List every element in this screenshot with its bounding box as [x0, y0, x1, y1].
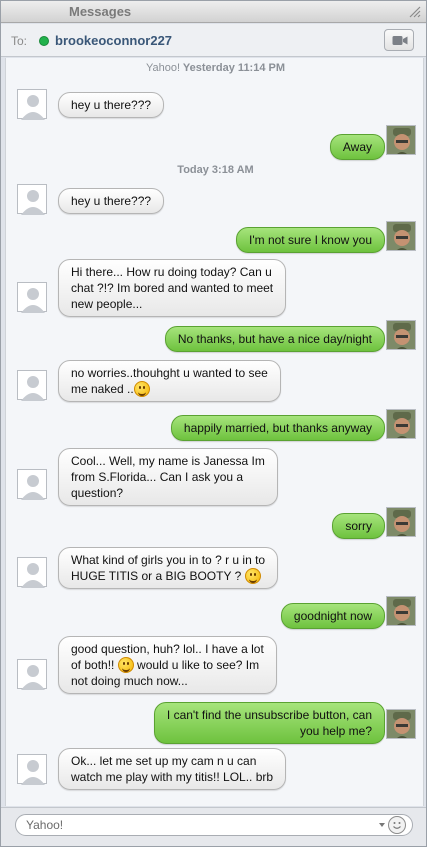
- message-line: Ok... let me set up my cam n u can: [71, 754, 257, 768]
- contact-avatar: [17, 370, 47, 401]
- message-line: happily married, but thanks anyway: [183, 421, 372, 435]
- incoming-message: no worries..thouhght u wanted to see me …: [58, 360, 281, 402]
- timestamp-time: Today 3:18 AM: [177, 164, 254, 176]
- outgoing-message: I can't find the unsubscribe button, can…: [153, 702, 385, 744]
- message-line: I can't find the unsubscribe button, can: [166, 708, 372, 722]
- compose-bar: Yahoo!: [1, 807, 426, 846]
- window-title: Messages: [69, 4, 132, 19]
- recipient-bar: To: brookeoconnor227: [1, 24, 426, 57]
- message-line: hey u there???: [71, 98, 152, 112]
- default-avatar-icon: [21, 95, 45, 120]
- outgoing-message: Away: [329, 134, 385, 160]
- default-avatar-icon: [21, 475, 45, 500]
- to-label: To:: [11, 34, 28, 48]
- contact-avatar: [17, 557, 47, 588]
- message-line: new people...: [71, 297, 143, 311]
- message-line: hey u there???: [71, 194, 152, 208]
- default-avatar-icon: [21, 376, 45, 401]
- my-avatar: [386, 596, 416, 626]
- message-line-with-emoji: me naked ..: [71, 381, 268, 397]
- timestamp-service: Yahoo!: [145, 62, 181, 74]
- default-avatar-icon: [21, 190, 45, 215]
- profile-photo-icon: [387, 508, 415, 536]
- incoming-message: good question, huh? lol.. I have a lot o…: [58, 636, 277, 694]
- incoming-message: Ok... let me set up my cam n u can watch…: [58, 748, 287, 790]
- my-avatar: [386, 709, 416, 739]
- message-line: Away: [342, 140, 372, 154]
- contact-avatar: [17, 469, 47, 500]
- tongue-emoji-icon: [244, 568, 261, 584]
- default-avatar-icon: [21, 288, 45, 313]
- incoming-message: hey u there???: [58, 92, 165, 118]
- message-line: chat ?!? Im bored and wanted to meet: [71, 281, 274, 295]
- my-avatar: [386, 507, 416, 537]
- title-bar[interactable]: Messages: [1, 1, 426, 23]
- outgoing-message: I'm not sure I know you: [235, 227, 385, 253]
- message-line-with-emoji: of both!! would u like to see? Im: [71, 657, 264, 673]
- message-line: What kind of girls you in to ? r u in to: [71, 553, 266, 567]
- message-line: Cool... Well, my name is Janessa Im: [71, 454, 265, 468]
- smiley-icon[interactable]: [388, 816, 406, 834]
- message-line: of both!!: [71, 658, 115, 672]
- message-line: not doing much now...: [71, 674, 188, 688]
- online-status-icon: [39, 36, 49, 46]
- messages-window: Messages To: brookeoconnor227 Yahoo! Yes…: [0, 0, 427, 847]
- profile-photo-icon: [387, 710, 415, 738]
- incoming-message: What kind of girls you in to ? r u in to…: [58, 547, 279, 589]
- chat-transcript[interactable]: Yahoo! Yesterday 11:14 PM hey u there???…: [5, 58, 424, 806]
- my-avatar: [386, 221, 416, 251]
- message-line: question?: [71, 486, 124, 500]
- message-line: HUGE TITIS or a BIG BOOTY ?: [71, 569, 242, 583]
- chevron-down-icon[interactable]: [379, 823, 385, 827]
- message-line: sorry: [345, 519, 372, 533]
- message-line: goodnight now: [293, 609, 372, 623]
- message-line: me naked ..: [71, 382, 134, 396]
- my-avatar: [386, 409, 416, 439]
- my-avatar: [386, 320, 416, 350]
- video-chat-button[interactable]: [384, 29, 414, 51]
- default-avatar-icon: [21, 760, 45, 785]
- video-camera-icon: [392, 36, 408, 45]
- message-line: good question, huh? lol.. I have a lot: [71, 642, 264, 656]
- profile-photo-icon: [387, 597, 415, 625]
- incoming-message: Hi there... How ru doing today? Can u ch…: [58, 259, 287, 317]
- message-line: No thanks, but have a nice day/night: [177, 332, 372, 346]
- message-input-placeholder: Yahoo!: [26, 818, 64, 832]
- timestamp-divider: Yahoo! Yesterday 11:14 PM: [6, 62, 425, 74]
- buddy-name[interactable]: brookeoconnor227: [55, 33, 172, 48]
- incoming-message: Cool... Well, my name is Janessa Im from…: [58, 448, 278, 506]
- message-line-with-emoji: HUGE TITIS or a BIG BOOTY ?: [71, 568, 265, 584]
- message-line: from S.Florida... Can I ask you a: [71, 470, 244, 484]
- contact-avatar: [17, 659, 47, 690]
- message-line: I'm not sure I know you: [248, 233, 372, 247]
- outgoing-message: goodnight now: [280, 603, 385, 629]
- message-line: Hi there... How ru doing today? Can u: [71, 265, 272, 279]
- my-avatar: [386, 125, 416, 155]
- default-avatar-icon: [21, 563, 45, 588]
- default-avatar-icon: [21, 665, 45, 690]
- message-line: you help me?: [299, 724, 372, 738]
- timestamp-time: Yesterday 11:14 PM: [182, 62, 286, 74]
- smiley-face-icon: [393, 822, 401, 829]
- contact-avatar: [17, 184, 47, 215]
- profile-photo-icon: [387, 410, 415, 438]
- smiley-emoji-icon: [117, 657, 134, 673]
- smiley-emoji-icon: [133, 381, 150, 397]
- profile-photo-icon: [387, 222, 415, 250]
- contact-avatar: [17, 89, 47, 120]
- message-line: no worries..thouhght u wanted to see: [71, 366, 268, 380]
- outgoing-message: sorry: [332, 513, 385, 539]
- message-line: watch me play with my titis!! LOL.. brb: [71, 770, 274, 784]
- resize-icon[interactable]: [408, 5, 422, 19]
- message-input[interactable]: Yahoo!: [15, 814, 413, 836]
- contact-avatar: [17, 282, 47, 313]
- outgoing-message: No thanks, but have a nice day/night: [164, 326, 385, 352]
- profile-photo-icon: [387, 126, 415, 154]
- contact-avatar: [17, 754, 47, 785]
- profile-photo-icon: [387, 321, 415, 349]
- timestamp-divider: Today 3:18 AM: [6, 164, 425, 176]
- outgoing-message: happily married, but thanks anyway: [170, 415, 385, 441]
- message-line: would u like to see? Im: [133, 658, 260, 672]
- incoming-message: hey u there???: [58, 188, 165, 214]
